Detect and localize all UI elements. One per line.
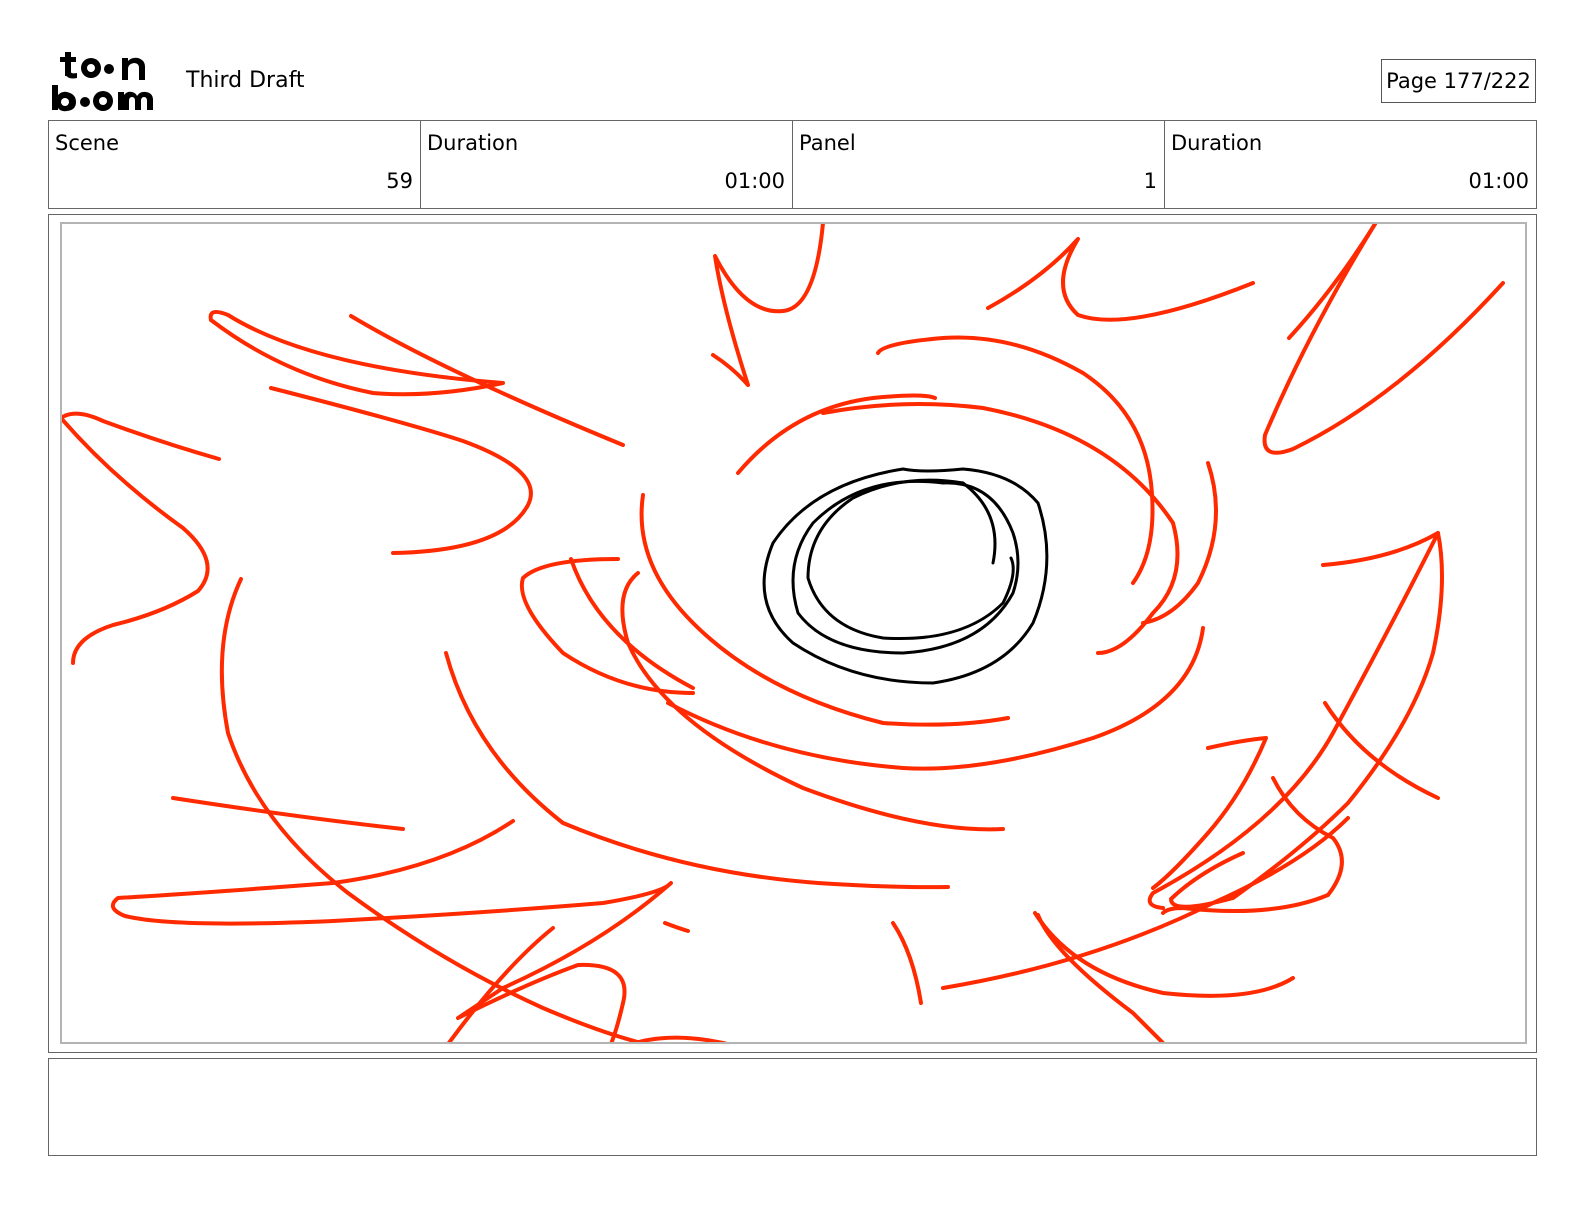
toon-boom-logo — [52, 52, 153, 112]
scene-duration-cell: Duration 01:00 — [421, 121, 793, 208]
panel-duration-value: 01:00 — [1468, 169, 1529, 193]
panel-duration-cell: Duration 01:00 — [1165, 121, 1536, 208]
page-number: Page 177/222 — [1381, 59, 1536, 103]
scene-duration-label: Duration — [427, 131, 519, 155]
object-strokes — [762, 467, 1049, 685]
panel-drawing — [62, 224, 1505, 1042]
panel-value: 1 — [1143, 169, 1157, 193]
scene-duration-value: 01:00 — [724, 169, 785, 193]
scene-value: 59 — [386, 169, 413, 193]
storyboard-panel — [48, 214, 1537, 1053]
scene-label: Scene — [55, 131, 120, 155]
panel-cell: Panel 1 — [793, 121, 1165, 208]
panel-duration-label: Duration — [1171, 131, 1263, 155]
panel-label: Panel — [799, 131, 856, 155]
panel-notes-box[interactable] — [48, 1058, 1537, 1156]
draft-title: Third Draft — [186, 68, 305, 93]
scene-cell: Scene 59 — [49, 121, 421, 208]
panel-safe-area — [60, 222, 1527, 1044]
scene-info-table: Scene 59 Duration 01:00 Panel 1 Duration… — [48, 120, 1537, 209]
